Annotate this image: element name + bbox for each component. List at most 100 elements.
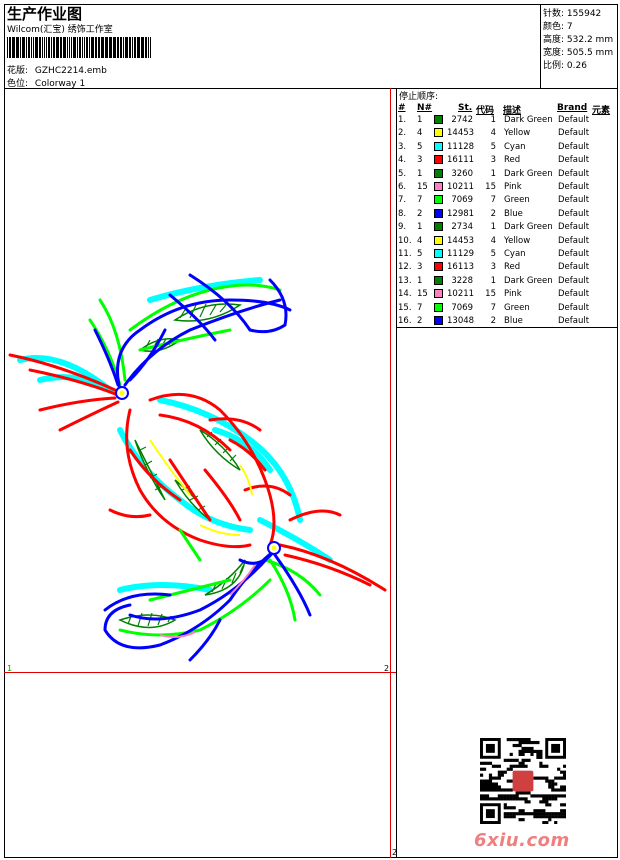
color-description: Blue bbox=[504, 316, 523, 326]
brand-name: Default bbox=[558, 208, 590, 219]
info-divider bbox=[540, 4, 541, 88]
stitch-count: 7069 bbox=[451, 195, 473, 206]
info-width: 宽度: 505.5 mm bbox=[543, 48, 614, 58]
colorway-value: Colorway 1 bbox=[34, 79, 86, 89]
row-number: 12. bbox=[398, 262, 412, 273]
color-code: 5 bbox=[490, 249, 496, 259]
color-swatch bbox=[434, 262, 443, 272]
row-number: 7. bbox=[398, 195, 407, 206]
col-header-needle: N# bbox=[417, 103, 433, 113]
table-row: 5. 1 3260 1 Dark Green Default bbox=[398, 168, 618, 182]
stitch-count: 14453 bbox=[447, 128, 475, 139]
info-scale: 比例: 0.26 bbox=[543, 61, 587, 71]
color-swatch bbox=[434, 275, 443, 285]
stitch-count: 16113 bbox=[447, 262, 475, 273]
needle-number: 2 bbox=[417, 208, 423, 219]
row-number: 13. bbox=[398, 275, 412, 286]
brand-name: Default bbox=[558, 155, 590, 166]
color-code: 1 bbox=[490, 168, 496, 179]
col-header-stitches: St. bbox=[458, 103, 473, 113]
table-row: 12. 3 16113 3 Red Default bbox=[398, 262, 618, 275]
table-row: 16. 2 13048 2 Blue Default bbox=[398, 316, 618, 329]
table-row: 2. 4 14453 4 Yellow Default bbox=[398, 128, 618, 141]
color-description: Cyan bbox=[504, 141, 526, 152]
row-number: 15. bbox=[398, 302, 412, 313]
row-number: 1. bbox=[398, 115, 407, 125]
brand-name: Default bbox=[558, 275, 590, 286]
needle-number: 15 bbox=[417, 182, 428, 192]
colorway-label: 色位: bbox=[7, 79, 29, 89]
needle-number: 7 bbox=[417, 195, 423, 206]
brand-name: Default bbox=[558, 249, 590, 259]
page-title: 生产作业图 bbox=[7, 5, 83, 23]
row-number: 11. bbox=[398, 249, 412, 259]
brand-name: Default bbox=[558, 316, 590, 326]
brand-name: Default bbox=[558, 289, 590, 300]
color-code: 1 bbox=[490, 222, 496, 233]
table-row: 9. 1 2734 1 Dark Green Default bbox=[398, 222, 618, 235]
color-code: 4 bbox=[490, 128, 496, 139]
color-code: 2 bbox=[490, 208, 496, 219]
needle-number: 5 bbox=[417, 249, 423, 259]
color-description: Dark Green bbox=[504, 275, 553, 286]
row-number: 16. bbox=[398, 316, 412, 326]
company-name: Wilcom(汇宝) 绣饰工作室 bbox=[7, 25, 113, 35]
brand-name: Default bbox=[558, 168, 590, 179]
brand-name: Default bbox=[558, 222, 590, 233]
info-stitch-count: 针数: 155942 bbox=[543, 9, 602, 19]
color-swatch bbox=[434, 195, 443, 205]
row-number: 10. bbox=[398, 235, 412, 246]
color-description: Dark Green bbox=[504, 168, 553, 179]
stitch-count: 3228 bbox=[451, 275, 473, 286]
stitch-count: 10211 bbox=[447, 182, 475, 192]
table-row: 11. 5 11129 5 Cyan Default bbox=[398, 249, 618, 262]
color-code: 1 bbox=[490, 115, 496, 125]
table-row: 1. 1 2742 1 Dark Green Default bbox=[398, 115, 618, 128]
header-divider bbox=[4, 88, 618, 89]
color-description: Dark Green bbox=[504, 115, 553, 125]
needle-number: 2 bbox=[417, 316, 423, 326]
color-code: 1 bbox=[490, 275, 496, 286]
stitch-count: 10211 bbox=[447, 289, 475, 300]
qr-code-icon bbox=[480, 738, 566, 824]
info-height: 高度: 532.2 mm bbox=[543, 35, 614, 45]
table-row: 14. 15 10211 15 Pink Default bbox=[398, 289, 618, 302]
color-description: Yellow bbox=[504, 128, 531, 139]
table-row: 13. 1 3228 1 Dark Green Default bbox=[398, 275, 618, 289]
color-code: 5 bbox=[490, 141, 496, 152]
page-marker-2: 2 bbox=[384, 664, 390, 673]
brand-name: Default bbox=[558, 141, 590, 152]
stitch-count: 3260 bbox=[451, 168, 473, 179]
color-description: Red bbox=[504, 155, 521, 166]
embroidery-artwork bbox=[8, 273, 387, 662]
color-description: Green bbox=[504, 302, 530, 313]
color-description: Pink bbox=[504, 182, 522, 192]
row-number: 5. bbox=[398, 168, 407, 179]
stitch-count: 12981 bbox=[447, 208, 475, 219]
stitch-count: 13048 bbox=[447, 316, 475, 326]
needle-number: 7 bbox=[417, 302, 423, 313]
brand-name: Default bbox=[558, 115, 590, 125]
brand-name: Default bbox=[558, 195, 590, 206]
color-code: 3 bbox=[490, 262, 496, 273]
color-code: 7 bbox=[490, 302, 496, 313]
color-description: Red bbox=[504, 262, 521, 273]
color-code: 2 bbox=[490, 316, 496, 326]
color-code: 7 bbox=[490, 195, 496, 206]
barcode-icon bbox=[7, 37, 151, 58]
stitch-count: 2742 bbox=[451, 115, 473, 125]
row-number: 3. bbox=[398, 141, 407, 152]
needle-number: 4 bbox=[417, 235, 423, 246]
color-description: Dark Green bbox=[504, 222, 553, 233]
stitch-count: 16111 bbox=[447, 155, 475, 166]
color-code: 15 bbox=[485, 289, 496, 300]
needle-number: 1 bbox=[417, 168, 423, 179]
color-description: Pink bbox=[504, 289, 522, 300]
color-swatch bbox=[434, 182, 443, 191]
row-number: 6. bbox=[398, 182, 407, 192]
table-row: 7. 7 7069 7 Green Default bbox=[398, 195, 618, 208]
watermark: 6xiu.com bbox=[474, 830, 570, 851]
design-file-row: 花版: GZHC2214.emb bbox=[7, 63, 107, 76]
brand-name: Default bbox=[558, 302, 590, 313]
row-number: 8. bbox=[398, 208, 407, 219]
